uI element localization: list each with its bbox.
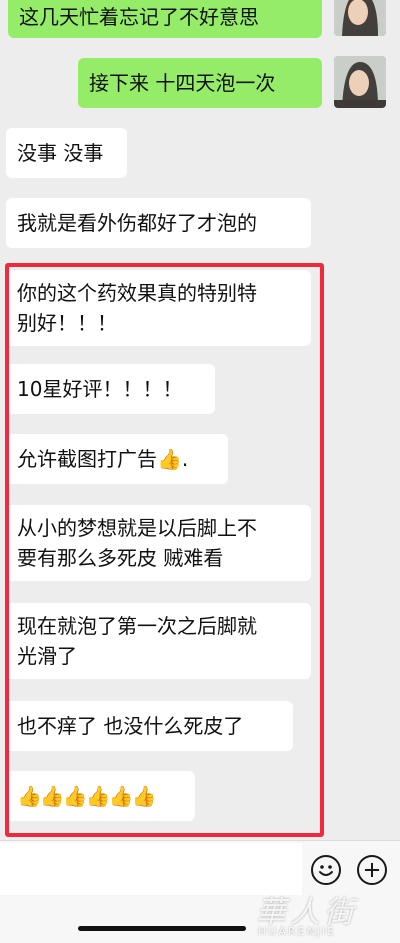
avatar[interactable]	[334, 56, 386, 108]
message-incoming[interactable]: 现在就泡了第一次之后脚就 光滑了	[6, 603, 311, 679]
thumbs-up-icon: 👍	[131, 784, 157, 808]
avatar[interactable]	[334, 0, 386, 36]
thumbs-up-icon: 👍	[108, 784, 134, 808]
message-text: 10星好评！！！！	[17, 377, 183, 401]
message-text: 我就是看外伤都好了才泡的	[17, 211, 257, 235]
watermark-subtitle: HUARENJIE	[258, 925, 337, 938]
message-text-suffix: .	[181, 447, 189, 471]
message-incoming[interactable]: 我就是看外伤都好了才泡的	[6, 198, 311, 248]
message-incoming[interactable]: 👍👍👍👍👍👍	[6, 771, 195, 821]
message-text: 没事 没事	[17, 141, 104, 165]
home-indicator[interactable]	[78, 926, 246, 931]
plus-icon	[365, 863, 379, 877]
message-incoming[interactable]: 你的这个药效果真的特别特 别好！！！	[6, 270, 311, 346]
message-outgoing[interactable]: 接下来 十四天泡一次	[78, 58, 322, 108]
chat-area[interactable]: 这几天忙着忘记了不好意思 接下来 十四天泡一次 没事 没事 我就是看外伤都好了才…	[0, 0, 400, 840]
message-text: 接下来 十四天泡一次	[89, 71, 276, 95]
thumbs-up-icon: 👍	[85, 784, 111, 808]
message-text-line: 现在就泡了第一次之后脚就	[17, 614, 257, 638]
message-incoming[interactable]: 也不痒了 也没什么死皮了	[6, 701, 293, 751]
message-incoming[interactable]: 允许截图打广告👍.	[6, 434, 228, 484]
thumbs-up-icon: 👍	[17, 784, 42, 808]
message-text-line: 从小的梦想就是以后脚上不	[17, 516, 257, 540]
avatar-photo	[334, 0, 386, 36]
emoji-icon	[319, 865, 333, 876]
message-text-line: 你的这个药效果真的特别特	[17, 281, 257, 305]
message-text: 允许截图打广告	[17, 447, 157, 471]
thumbs-up-icon: 👍	[157, 447, 182, 471]
message-text-line: 别好！！！	[17, 311, 117, 335]
message-text: 也不痒了 也没什么死皮了	[17, 714, 244, 738]
thumbs-up-icon: 👍	[39, 784, 65, 808]
message-incoming[interactable]: 没事 没事	[6, 128, 127, 178]
thumbs-up-icon: 👍	[62, 784, 88, 808]
message-text-line: 光滑了	[17, 644, 77, 668]
plus-button[interactable]	[357, 855, 387, 885]
watermark: 華人街 HUARENJIE	[252, 887, 398, 941]
message-incoming[interactable]: 从小的梦想就是以后脚上不 要有那么多死皮 贼难看	[6, 505, 311, 581]
message-text: 这几天忙着忘记了不好意思	[19, 5, 259, 29]
message-incoming[interactable]: 10星好评！！！！	[6, 364, 215, 414]
message-text-line: 要有那么多死皮 贼难看	[17, 546, 224, 570]
message-outgoing[interactable]: 这几天忙着忘记了不好意思	[8, 0, 322, 38]
emoji-button[interactable]	[311, 855, 341, 885]
avatar-photo	[334, 56, 386, 108]
